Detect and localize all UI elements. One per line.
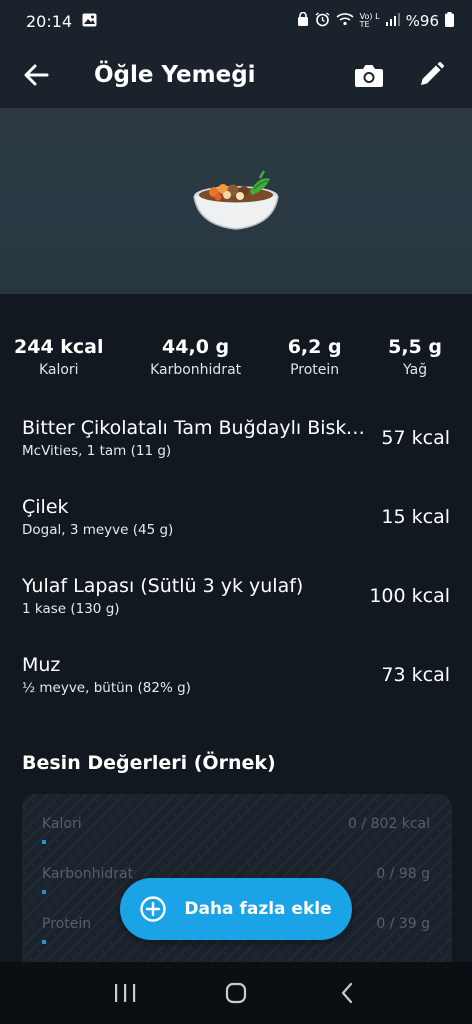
summary-label: Kalori bbox=[38, 362, 79, 378]
summary-calories: 244 kcal Kalori bbox=[14, 336, 104, 378]
nutrition-value: 0 / 39 g bbox=[376, 916, 430, 932]
recent-apps-button[interactable] bbox=[105, 973, 145, 1013]
food-item[interactable]: Bitter Çikolatalı Tam Buğdaylı Bisküvi M… bbox=[0, 398, 472, 477]
camera-icon bbox=[355, 65, 383, 87]
nutrition-section-title: Besin Değerleri (Örnek) bbox=[22, 752, 276, 774]
food-name: Bitter Çikolatalı Tam Buğdaylı Bisküvi bbox=[22, 416, 367, 439]
nutrition-row-calories: Kalori 0 / 802 kcal bbox=[42, 816, 430, 832]
food-name: Yulaf Lapası (Sütlü 3 yk yulaf) bbox=[22, 574, 304, 597]
meal-image[interactable] bbox=[0, 108, 472, 294]
summary-value: 244 kcal bbox=[14, 336, 104, 358]
pot-of-food-icon bbox=[193, 170, 279, 230]
add-more-button[interactable]: Daha fazla ekle bbox=[120, 878, 352, 940]
summary-fat: 5,5 g Yağ bbox=[388, 336, 442, 378]
summary-value: 5,5 g bbox=[388, 336, 442, 358]
plus-circle-icon bbox=[140, 896, 167, 922]
alarm-icon bbox=[315, 11, 330, 31]
gallery-notification-icon bbox=[82, 12, 97, 31]
home-button[interactable] bbox=[216, 973, 256, 1013]
progress-bar-calories bbox=[42, 840, 46, 844]
status-bar: 20:14 Vo) LTE %96 bbox=[0, 0, 472, 42]
volte-indicator: Vo) LTE bbox=[359, 12, 380, 29]
food-info: Muz ½ meyve, bütün (82% g) bbox=[22, 654, 371, 696]
page-title: Öğle Yemeği bbox=[94, 62, 256, 88]
nutrition-label: Karbonhidrat bbox=[42, 866, 134, 882]
food-item[interactable]: Çilek Dogal, 3 meyve (45 g) 15 kcal bbox=[0, 477, 472, 556]
nutrition-label: Kalori bbox=[42, 816, 82, 832]
food-info: Çilek Dogal, 3 meyve (45 g) bbox=[22, 496, 371, 538]
signal-icon bbox=[385, 12, 400, 30]
recent-apps-icon bbox=[115, 984, 136, 1002]
food-list: Bitter Çikolatalı Tam Buğdaylı Bisküvi M… bbox=[0, 398, 472, 714]
back-button[interactable] bbox=[0, 42, 72, 108]
food-detail: Dogal, 3 meyve (45 g) bbox=[22, 521, 174, 538]
food-calories: 100 kcal bbox=[369, 584, 450, 607]
food-detail: McVities, 1 tam (11 g) bbox=[22, 442, 172, 459]
lock-status-icon bbox=[297, 11, 309, 30]
food-detail: ½ meyve, bütün (82% g) bbox=[22, 679, 191, 696]
food-calories: 73 kcal bbox=[381, 663, 450, 686]
food-detail: 1 kase (130 g) bbox=[22, 600, 120, 617]
food-name: Muz bbox=[22, 653, 61, 676]
pencil-icon bbox=[421, 62, 444, 85]
wifi-icon bbox=[336, 12, 354, 30]
add-more-label: Daha fazla ekle bbox=[184, 899, 332, 919]
battery-percent: %96 bbox=[405, 12, 439, 30]
food-name: Çilek bbox=[22, 495, 69, 518]
summary-label: Protein bbox=[290, 362, 340, 378]
battery-icon bbox=[445, 11, 454, 31]
progress-bar-carbs bbox=[42, 890, 46, 894]
meal-content: 244 kcal Kalori 44,0 g Karbonhidrat 6,2 … bbox=[0, 294, 472, 962]
food-calories: 15 kcal bbox=[381, 505, 450, 528]
edit-button[interactable] bbox=[400, 42, 462, 108]
summary-label: Yağ bbox=[403, 362, 428, 378]
nutrition-summary: 244 kcal Kalori 44,0 g Karbonhidrat 6,2 … bbox=[0, 336, 472, 378]
status-time: 20:14 bbox=[26, 11, 73, 31]
progress-bar-protein bbox=[42, 940, 46, 944]
summary-carbs: 44,0 g Karbonhidrat bbox=[150, 336, 241, 378]
food-info: Bitter Çikolatalı Tam Buğdaylı Bisküvi M… bbox=[22, 417, 371, 459]
camera-button[interactable] bbox=[338, 42, 400, 108]
system-nav-bar bbox=[0, 962, 472, 1024]
food-info: Yulaf Lapası (Sütlü 3 yk yulaf) 1 kase (… bbox=[22, 575, 359, 617]
summary-protein: 6,2 g Protein bbox=[288, 336, 342, 378]
home-icon bbox=[225, 982, 247, 1004]
app-bar: Öğle Yemeği bbox=[0, 42, 472, 108]
back-system-button[interactable] bbox=[327, 973, 367, 1013]
chevron-left-icon bbox=[341, 982, 352, 1004]
food-calories: 57 kcal bbox=[381, 426, 450, 449]
nutrition-value: 0 / 98 g bbox=[376, 866, 430, 882]
summary-label: Karbonhidrat bbox=[150, 362, 242, 378]
summary-value: 44,0 g bbox=[162, 336, 230, 358]
food-item[interactable]: Muz ½ meyve, bütün (82% g) 73 kcal bbox=[0, 635, 472, 714]
arrow-left-icon bbox=[24, 64, 49, 86]
summary-value: 6,2 g bbox=[287, 336, 342, 358]
food-item[interactable]: Yulaf Lapası (Sütlü 3 yk yulaf) 1 kase (… bbox=[0, 556, 472, 635]
nutrition-label: Protein bbox=[42, 916, 92, 932]
nutrition-value: 0 / 802 kcal bbox=[348, 816, 430, 832]
